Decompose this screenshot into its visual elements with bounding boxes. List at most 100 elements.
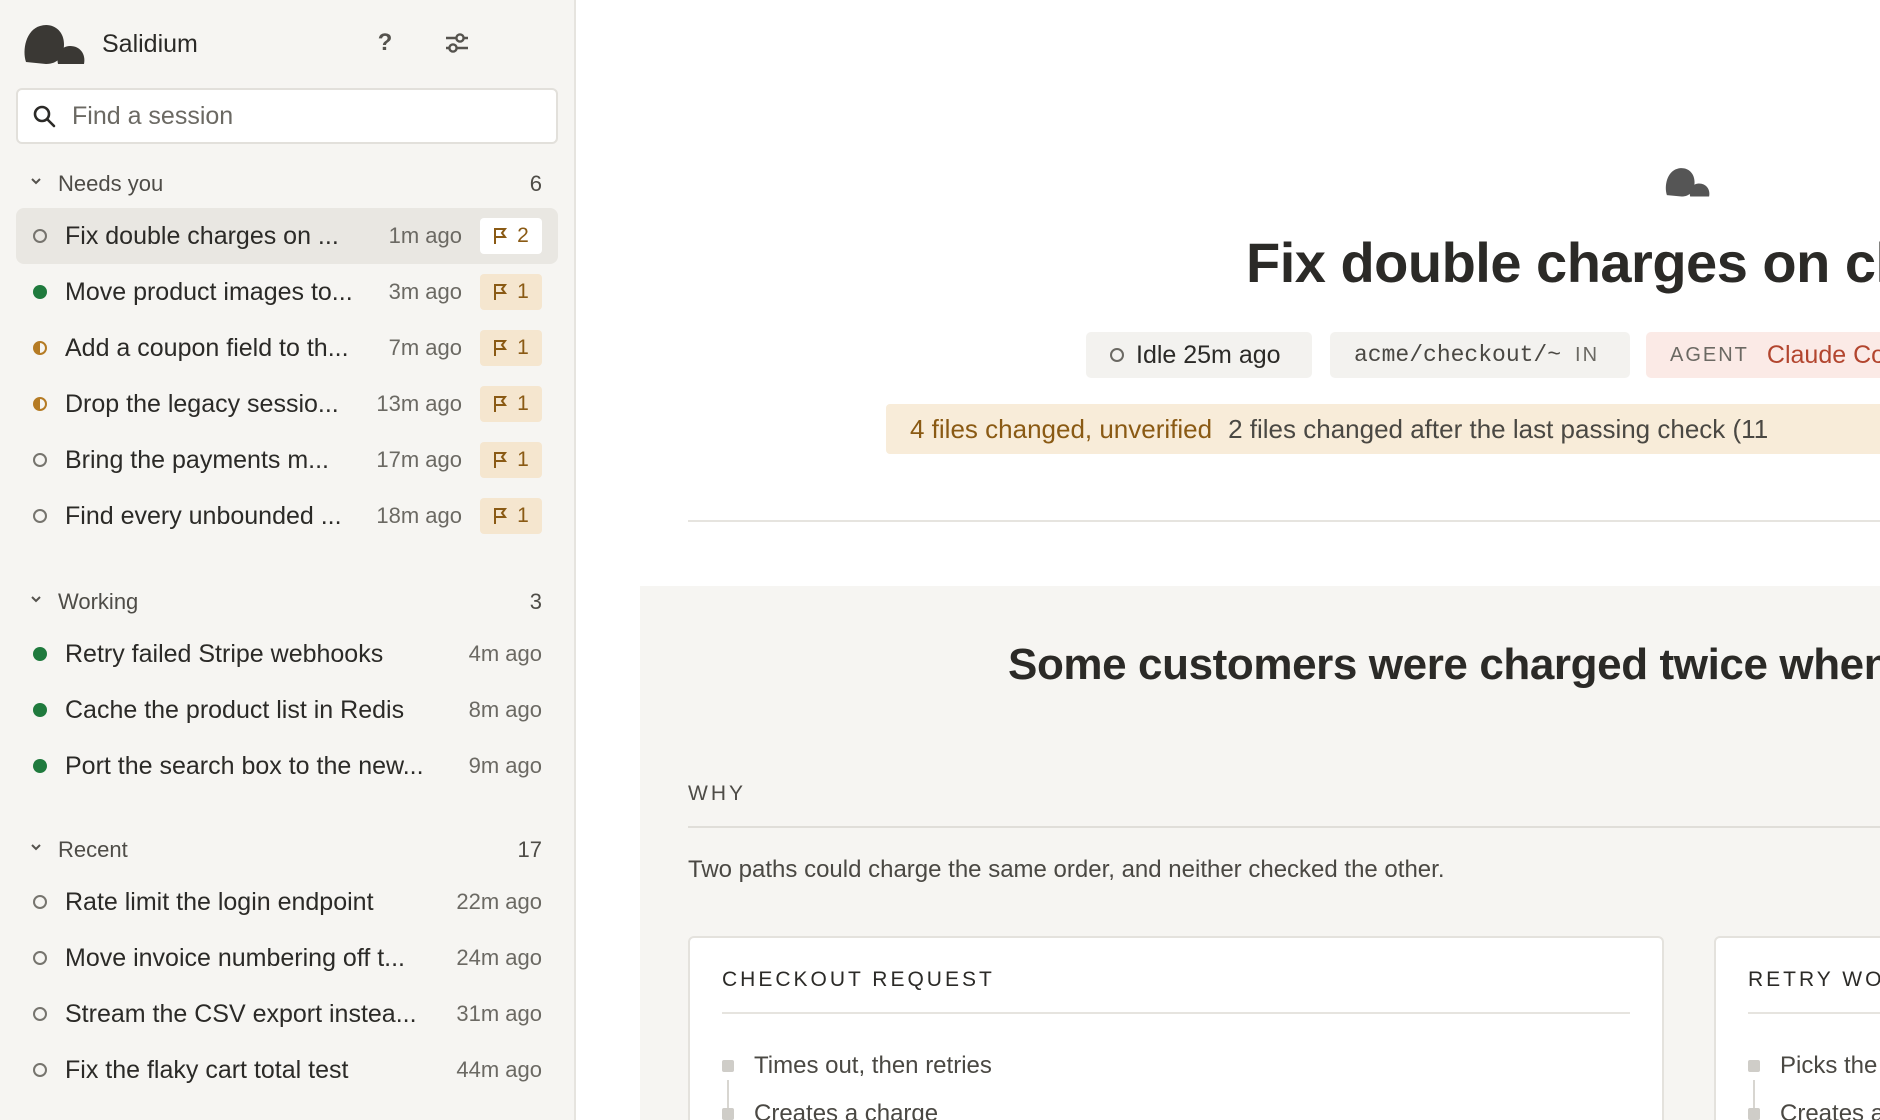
session-row[interactable]: Port the search box to the new... 9m ago [16, 738, 558, 794]
step-marker-icon [722, 1108, 734, 1120]
session-time: 22m ago [456, 889, 542, 914]
flag-icon [494, 228, 508, 244]
flag-count: 1 [517, 392, 529, 415]
section-count: 17 [517, 837, 542, 862]
status-running-icon [33, 647, 47, 661]
session-row[interactable]: Move product images to... 3m ago 1 [16, 264, 558, 320]
session-row[interactable]: Cache the product list in Redis 8m ago [16, 682, 558, 738]
chevron-down-icon [31, 178, 41, 185]
section-count: 6 [529, 171, 542, 196]
session-time: 3m ago [388, 279, 462, 304]
flag-icon [494, 396, 508, 412]
summary-heading: Some customers were charged twice when c… [1008, 640, 1880, 689]
session-title: Fix double charges on ... [65, 221, 339, 250]
flow-card-checkout: CHECKOUT REQUEST Times out, then retries… [688, 936, 1664, 1120]
why-label: WHY [688, 782, 746, 805]
salidium-logo-icon [24, 24, 85, 64]
chevron-down-icon [31, 844, 41, 851]
session-time: 18m ago [376, 503, 462, 528]
chevron-down-icon [31, 596, 41, 603]
session-row[interactable]: Find every unbounded ... 18m ago 1 [16, 488, 558, 544]
summary-panel: Some customers were charged twice when c… [640, 586, 1880, 1120]
flag-badge[interactable]: 1 [480, 274, 542, 310]
sidebar: Salidium ? Needs you 6 Fix double charge… [0, 0, 576, 1120]
session-title: Cache the product list in Redis [65, 695, 405, 724]
session-detail: Fix double charges on chec Idle 25m ago … [578, 0, 1880, 1120]
card-title: RETRY WOR [1748, 968, 1880, 991]
status-running-icon [33, 703, 47, 717]
diff-text: 2 files changed after the last passing c… [1228, 413, 1769, 444]
agent-value: Claude Co [1766, 340, 1880, 369]
session-row[interactable]: Drop the legacy sessio... 13m ago 1 [16, 376, 558, 432]
brand[interactable]: Salidium [22, 20, 198, 68]
section-header-needs-you[interactable]: Needs you 6 [0, 164, 574, 204]
session-title: Move invoice numbering off t... [65, 943, 405, 972]
divider [688, 826, 1880, 828]
flag-icon [494, 284, 508, 300]
flag-count: 2 [517, 224, 529, 247]
salidium-logo-icon [1665, 168, 1710, 197]
step-marker-icon [722, 1060, 734, 1072]
flag-badge[interactable]: 1 [480, 498, 542, 534]
session-row[interactable]: Move invoice numbering off t... 24m ago [16, 930, 558, 986]
session-search[interactable] [16, 88, 558, 144]
flow-card-retry: RETRY WOR Picks the Creates a [1714, 936, 1880, 1120]
session-row[interactable]: Rate limit the login endpoint 22m ago [16, 874, 558, 930]
status-idle-icon [1110, 348, 1124, 362]
flag-count: 1 [517, 504, 529, 527]
diff-highlight: 4 files changed, unverified [910, 413, 1213, 444]
flag-badge[interactable]: 1 [480, 386, 542, 422]
session-row[interactable]: Add a coupon field to th... 7m ago 1 [16, 320, 558, 376]
session-time: 24m ago [456, 945, 542, 970]
flow-step: Creates a [1748, 1100, 1880, 1120]
repo-chip[interactable]: acme/checkout/~ IN [1330, 332, 1630, 378]
status-idle-icon [33, 1063, 47, 1077]
status-running-icon [33, 285, 47, 299]
session-time: 7m ago [388, 335, 462, 360]
session-title: Retry failed Stripe webhooks [65, 639, 384, 668]
diff-status-banner[interactable]: 4 files changed, unverified 2 files chan… [886, 404, 1880, 454]
flow-step: Picks the [1748, 1052, 1877, 1080]
section-label: Working [58, 589, 139, 614]
status-idle-icon [33, 453, 47, 467]
flag-icon [494, 508, 508, 524]
session-time: 4m ago [468, 641, 542, 666]
step-text: Creates a [1780, 1100, 1880, 1120]
session-time: 8m ago [468, 697, 542, 722]
step-text: Times out, then retries [754, 1052, 992, 1079]
status-idle-icon [33, 509, 47, 523]
agent-chip[interactable]: AGENT Claude Co [1646, 332, 1880, 378]
session-title: Bring the payments m... [65, 445, 330, 474]
flag-count: 1 [517, 280, 529, 303]
search-input[interactable] [72, 101, 532, 131]
flag-badge[interactable]: 1 [480, 330, 542, 366]
session-time: 1m ago [388, 223, 462, 248]
session-row[interactable]: Fix double charges on ... 1m ago 2 [16, 208, 558, 264]
flag-badge[interactable]: 1 [480, 442, 542, 478]
session-row[interactable]: Retry failed Stripe webhooks 4m ago [16, 626, 558, 682]
flag-count: 1 [517, 336, 529, 359]
status-text: Idle 25m ago [1136, 340, 1281, 369]
session-row[interactable]: Stream the CSV export instea... 31m ago [16, 986, 558, 1042]
session-title: Add a coupon field to th... [65, 333, 349, 362]
section-header-working[interactable]: Working 3 [0, 582, 574, 622]
section-label: Needs you [58, 171, 164, 196]
settings-sliders-icon[interactable] [440, 26, 474, 60]
section-header-recent[interactable]: Recent 17 [0, 830, 574, 870]
flag-badge[interactable]: 2 [480, 218, 542, 254]
status-partial-icon [33, 341, 47, 355]
status-partial-icon [33, 397, 47, 411]
help-icon[interactable]: ? [368, 26, 402, 60]
flag-icon [494, 340, 508, 356]
divider [1748, 1012, 1880, 1014]
divider [722, 1012, 1630, 1014]
step-text: Creates a charge [754, 1100, 939, 1120]
session-title: Rate limit the login endpoint [65, 887, 374, 916]
flow-step: Times out, then retries [722, 1052, 992, 1080]
session-title: Port the search box to the new... [65, 751, 424, 780]
repo-tag: IN [1575, 343, 1600, 366]
session-row[interactable]: Bring the payments m... 17m ago 1 [16, 432, 558, 488]
session-row[interactable]: Fix the flaky cart total test 44m ago [16, 1042, 558, 1098]
session-time: 17m ago [376, 447, 462, 472]
status-chip: Idle 25m ago [1086, 332, 1312, 378]
